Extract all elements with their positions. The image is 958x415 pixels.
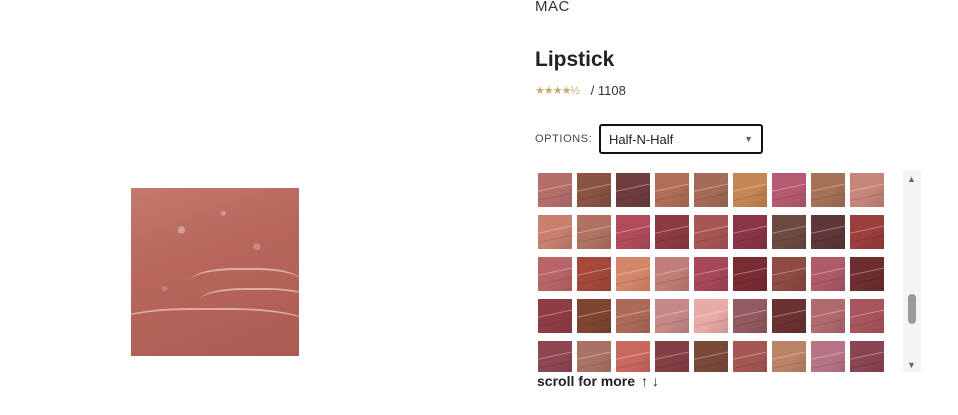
- shade-swatch[interactable]: [850, 257, 884, 291]
- shade-swatch[interactable]: [616, 173, 650, 207]
- shade-swatch[interactable]: [850, 173, 884, 207]
- shade-swatch[interactable]: [850, 341, 884, 372]
- shade-swatch[interactable]: [538, 215, 572, 249]
- shade-swatch[interactable]: [694, 257, 728, 291]
- shade-swatch[interactable]: [616, 341, 650, 372]
- shade-swatch[interactable]: [538, 341, 572, 372]
- star-rating-icon[interactable]: ★★★★½: [535, 84, 580, 97]
- swatch-scrollbar[interactable]: ▲ ▼: [903, 170, 921, 372]
- shade-swatch[interactable]: [733, 215, 767, 249]
- shade-swatch[interactable]: [694, 215, 728, 249]
- scroll-hint-text: scroll for more: [537, 373, 636, 389]
- shade-swatch[interactable]: [538, 299, 572, 333]
- brand-name: MAC: [535, 0, 570, 15]
- shade-swatch[interactable]: [577, 299, 611, 333]
- rating-row: ★★★★½ / 1108: [535, 83, 626, 98]
- shade-swatch[interactable]: [538, 257, 572, 291]
- shade-swatch[interactable]: [850, 215, 884, 249]
- shade-swatch[interactable]: [811, 257, 845, 291]
- shade-swatch[interactable]: [655, 173, 689, 207]
- shade-swatch[interactable]: [616, 257, 650, 291]
- shade-swatch[interactable]: [538, 173, 572, 207]
- swatch-list: [532, 170, 924, 372]
- shade-swatch[interactable]: [772, 173, 806, 207]
- shade-swatch[interactable]: [694, 173, 728, 207]
- shade-swatch[interactable]: [577, 173, 611, 207]
- shade-options-select[interactable]: Half-N-Half ▼: [599, 124, 763, 154]
- scroll-down-icon[interactable]: ▼: [907, 360, 916, 370]
- shade-swatch[interactable]: [811, 173, 845, 207]
- shade-swatch[interactable]: [772, 299, 806, 333]
- shade-swatch[interactable]: [811, 299, 845, 333]
- shade-swatch[interactable]: [733, 257, 767, 291]
- product-title: Lipstick: [535, 48, 615, 71]
- shade-swatch[interactable]: [577, 257, 611, 291]
- shade-swatch[interactable]: [850, 299, 884, 333]
- scroll-thumb[interactable]: [908, 294, 916, 324]
- shade-swatch[interactable]: [694, 299, 728, 333]
- shade-swatch[interactable]: [655, 299, 689, 333]
- shade-swatch[interactable]: [772, 215, 806, 249]
- shade-swatch[interactable]: [811, 215, 845, 249]
- shade-swatch[interactable]: [772, 341, 806, 372]
- scroll-up-icon[interactable]: ▲: [907, 174, 916, 184]
- shade-swatch[interactable]: [733, 341, 767, 372]
- shade-swatch[interactable]: [655, 341, 689, 372]
- shade-swatch[interactable]: [733, 173, 767, 207]
- shade-swatch[interactable]: [577, 215, 611, 249]
- up-down-arrows-icon: ↑ ↓: [641, 373, 659, 389]
- shade-swatch[interactable]: [811, 341, 845, 372]
- chevron-down-icon: ▼: [744, 134, 753, 144]
- shade-swatch[interactable]: [655, 215, 689, 249]
- options-label: OPTIONS:: [535, 133, 593, 145]
- shade-swatch[interactable]: [733, 299, 767, 333]
- product-shade-image: [131, 188, 299, 356]
- shade-swatch[interactable]: [694, 341, 728, 372]
- shade-swatch[interactable]: [655, 257, 689, 291]
- shade-swatch[interactable]: [772, 257, 806, 291]
- shade-swatch[interactable]: [577, 341, 611, 372]
- shade-swatch[interactable]: [616, 215, 650, 249]
- selected-option: Half-N-Half: [609, 132, 674, 147]
- scroll-hint: scroll for more ↑ ↓: [537, 373, 659, 389]
- review-count[interactable]: / 1108: [591, 83, 626, 98]
- shade-swatch[interactable]: [616, 299, 650, 333]
- swatch-grid: [538, 173, 884, 372]
